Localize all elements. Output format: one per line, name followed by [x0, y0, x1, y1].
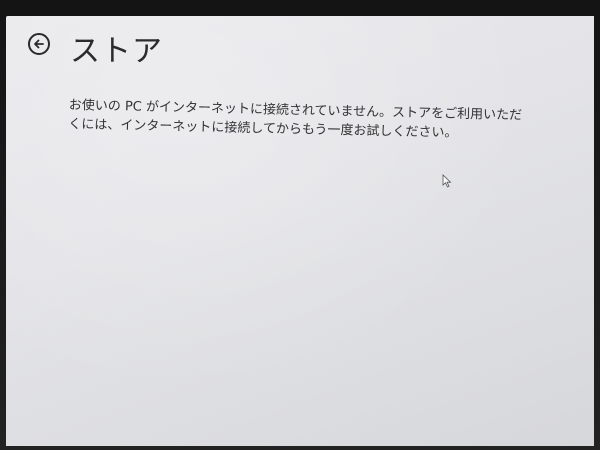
mouse-cursor-icon	[442, 173, 452, 188]
store-app-window: ストア お使いの PC がインターネットに接続されていません。ストアをご利用いた…	[6, 16, 594, 446]
page-title: ストア	[70, 34, 163, 69]
monitor-bezel: ストア お使いの PC がインターネットに接続されていません。ストアをご利用いた…	[0, 0, 600, 450]
back-button[interactable]	[28, 33, 50, 55]
back-arrow-icon	[33, 38, 45, 50]
no-connection-message: お使いの PC がインターネットに接続されていません。ストアをご利用いただくには…	[68, 97, 523, 141]
screen-glare	[6, 16, 594, 446]
